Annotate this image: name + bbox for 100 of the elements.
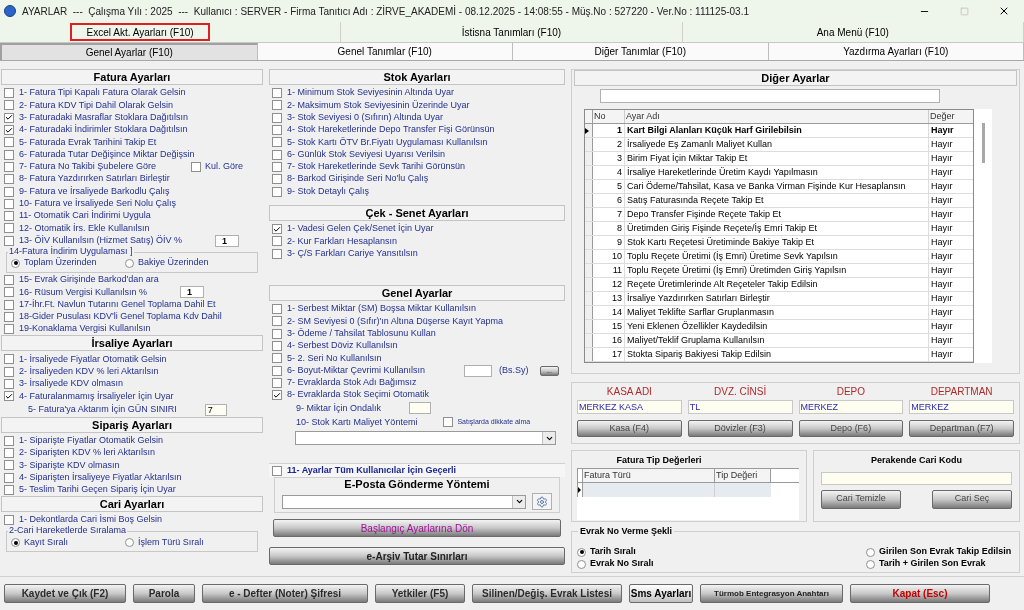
table-row[interactable]: 4 İrsaliye Hareketlerinde Üretim Kaydı Yapılmasın Hayır [585, 166, 973, 180]
checkbox[interactable] [272, 224, 282, 235]
input-field[interactable] [821, 471, 1012, 485]
footer-button[interactable]: Parola [133, 584, 195, 603]
action-button[interactable]: e-Arşiv Tutar Sınırları [269, 547, 565, 565]
table-row[interactable]: 2 İrsaliyede Eş Zamanlı Maliyet Kullan Hayır [585, 138, 973, 152]
checkbox[interactable] [272, 465, 282, 476]
checkbox[interactable] [4, 161, 14, 172]
input-field[interactable]: 7 [204, 403, 227, 416]
checkbox[interactable] [4, 275, 14, 285]
table-row[interactable]: 13 İrsaliye Yazdırırken Satırları Birleştir Hayır [585, 292, 973, 306]
checkbox[interactable] [272, 304, 282, 315]
tab[interactable]: Genel Tanımlar (F10) [257, 43, 513, 60]
checkbox[interactable] [4, 366, 14, 377]
checkbox[interactable] [272, 88, 282, 99]
checkbox[interactable] [272, 186, 282, 197]
checkbox[interactable] [4, 137, 14, 148]
checkbox[interactable] [4, 186, 14, 197]
table-row[interactable]: 9 Stok Kartı Reçetesi Üretiminde Bakiye Takip Et Hayır [585, 236, 973, 250]
checkbox[interactable] [4, 211, 14, 222]
radio-button[interactable] [577, 547, 586, 557]
checkbox[interactable] [190, 161, 201, 172]
checkbox[interactable] [4, 460, 14, 471]
table-row[interactable]: 17 Stokta Sipariş Bakiyesi Takip Edilsin Hayır [585, 348, 973, 362]
checkbox[interactable] [4, 112, 14, 123]
table-row[interactable]: 16 Maliyet/Teklif Gruplama Kullanılsın Hayır [585, 334, 973, 348]
checkbox[interactable] [4, 287, 14, 298]
number-field[interactable]: 1 [215, 234, 240, 247]
checkbox[interactable] [4, 311, 14, 322]
table-row[interactable]: 8 Üretimden Giriş Fişinde Reçete/İş Emri Takip Et Hayır [585, 222, 973, 236]
table-row[interactable]: 3 Birim Fiyat İçin Miktar Takip Et Hayır [585, 152, 973, 166]
footer-button[interactable]: Silinen/Değiş. Evrak Listesi [472, 584, 622, 603]
checkbox[interactable] [4, 125, 14, 136]
search-field[interactable] [600, 89, 940, 103]
checkbox[interactable] [4, 354, 14, 365]
table-row[interactable]: 7 Depo Transfer Fişinde Reçete Takip Et Hayır [585, 208, 973, 222]
input-field[interactable] [464, 364, 493, 377]
checkbox[interactable] [4, 515, 14, 526]
radio-button[interactable] [125, 258, 134, 268]
checkbox[interactable] [4, 174, 14, 185]
checkbox[interactable] [272, 328, 282, 339]
lookup-button[interactable]: Depo (F6) [798, 420, 904, 437]
lookup-button[interactable]: Kasa (F4) [577, 420, 682, 437]
table-row[interactable]: 1 Kart Bilgi Alanları Küçük Harf Girilebilsin Hayır [585, 124, 973, 138]
checkbox[interactable] [272, 112, 282, 123]
checkbox[interactable] [4, 149, 14, 160]
checkbox[interactable] [443, 417, 454, 428]
checkbox[interactable] [4, 223, 14, 234]
checkbox[interactable] [272, 377, 282, 388]
checkbox[interactable] [4, 447, 14, 458]
lookup-button[interactable]: Dövizler (F3) [687, 420, 793, 437]
checkbox[interactable] [272, 161, 282, 172]
radio-button[interactable] [125, 538, 134, 548]
checkbox[interactable] [4, 198, 14, 209]
input-field[interactable]: MERKEZ KASA [577, 400, 682, 414]
input-field[interactable] [409, 402, 432, 415]
checkbox[interactable] [4, 391, 14, 402]
tab[interactable]: Diğer Tanımlar (F10) [513, 43, 769, 60]
footer-button[interactable]: Sms Ayarları [629, 584, 693, 603]
footer-button[interactable]: e - Defter (Noter) Şifresi [202, 584, 368, 603]
action-button[interactable]: Cari Temizle [821, 489, 901, 509]
checkbox[interactable] [272, 365, 282, 376]
action-button[interactable]: Cari Seç [932, 489, 1012, 509]
checkbox[interactable] [272, 390, 282, 401]
checkbox[interactable] [272, 316, 282, 327]
checkbox[interactable] [4, 379, 14, 390]
scrollbar-thumb[interactable] [981, 123, 985, 163]
dropdown[interactable] [295, 431, 556, 446]
checkbox[interactable] [4, 235, 14, 246]
footer-button[interactable]: Kaydet ve Çık (F2) [4, 584, 126, 603]
input-field[interactable]: MERKEZ [909, 400, 1014, 414]
checkbox[interactable] [4, 435, 14, 446]
checkbox[interactable] [272, 353, 282, 364]
settings-icon[interactable] [532, 493, 552, 510]
checkbox[interactable] [4, 100, 14, 111]
checkbox[interactable] [272, 248, 282, 259]
input-field[interactable]: MERKEZ [798, 400, 904, 414]
number-field[interactable]: 1 [180, 286, 205, 299]
footer-button[interactable]: Kapat (Esc) [850, 584, 990, 603]
table-row[interactable]: 10 Toplu Reçete Üretimi (İş Emri) Üretime Sevk Yapılsın Hayır [585, 250, 973, 264]
checkbox[interactable] [272, 341, 282, 352]
top-tab[interactable]: Excel Akt. Ayarları (F10) [70, 23, 211, 41]
tab[interactable]: Yazdırma Ayarları (F10) [768, 43, 1024, 60]
checkbox[interactable] [272, 125, 282, 136]
dropdown[interactable] [282, 494, 526, 509]
table-row[interactable]: 5 Cari Ödeme/Tahsilat, Kasa ve Banka Virman Fişinde Kur Hesaplansın Hayır [585, 180, 973, 194]
checkbox[interactable] [272, 236, 282, 247]
checkbox[interactable] [4, 324, 14, 335]
radio-button[interactable] [11, 258, 20, 268]
lookup-button[interactable]: Departman (F7) [909, 420, 1014, 437]
footer-button[interactable]: Türmob Entegrasyon Anahtarı [700, 584, 843, 603]
table-row[interactable]: 14 Maliyet Teklifte Sarflar Gruplanmasın Hayır [585, 306, 973, 320]
radio-button[interactable] [866, 559, 875, 569]
radio-button[interactable] [11, 538, 20, 548]
top-tab[interactable]: Ana Menü (F10) [806, 23, 899, 41]
footer-button[interactable]: Yetkiler (F5) [375, 584, 465, 603]
tab[interactable]: Genel Ayarlar (F10) [0, 43, 258, 60]
checkbox[interactable] [272, 100, 282, 111]
top-tab[interactable]: İstisna Tanımları (F10) [451, 23, 572, 41]
table-row[interactable]: 12 Reçete Üretimlerinde Alt Reçeteler Takip Edilsin Hayır [585, 278, 973, 292]
